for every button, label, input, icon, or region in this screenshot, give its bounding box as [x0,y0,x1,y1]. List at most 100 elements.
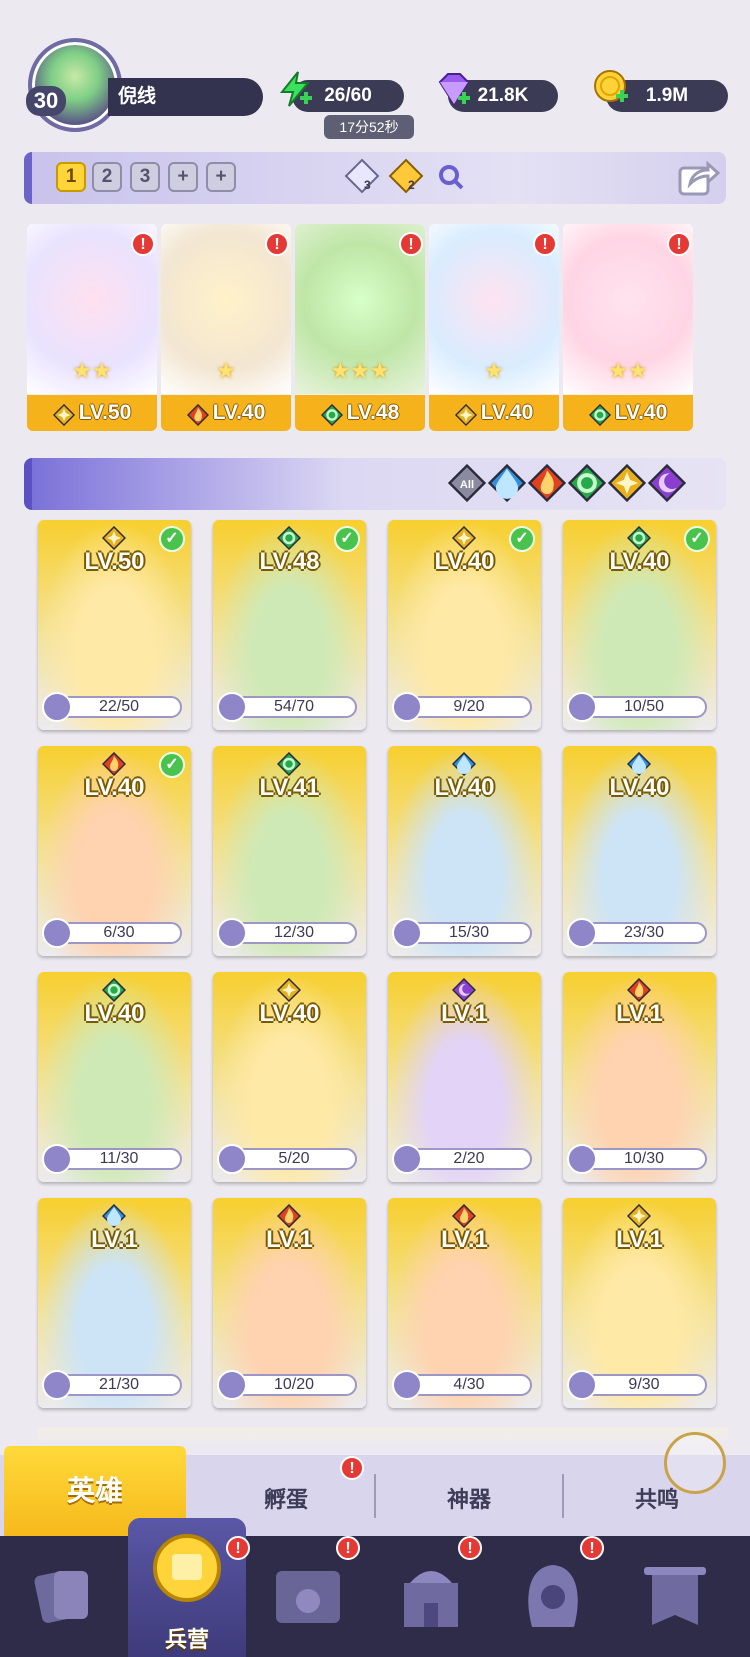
white-diamond-icon [344,158,380,194]
hero-card[interactable]: LV.50 ✓ 22/50 [38,520,191,730]
hero-level: LV.1 [91,1226,138,1253]
shard-progress: 9/30 [581,1374,707,1396]
team-counter-b: 2 [408,178,415,192]
gold-coin-icon [594,70,628,102]
share-icon[interactable] [676,156,720,200]
star-rating: ★★ [563,358,693,384]
star-icon: ★ [92,358,112,383]
barracks-icon[interactable] [142,1526,232,1616]
slot-level-footer: LV.40 [161,395,291,431]
castle-icon[interactable] [386,1553,476,1643]
shard-icon [42,1370,72,1400]
hero-level: LV.40 [609,774,670,801]
element-fire-icon [101,751,127,777]
shard-icon [392,692,422,722]
hero-card[interactable]: LV.40 ✓ 9/20 [388,520,541,730]
hero-card[interactable]: LV.1 2/20 [388,972,541,1182]
element-water-icon [626,751,652,777]
hero-card[interactable]: LV.40 15/30 [388,746,541,956]
hero-card[interactable]: LV.41 12/30 [213,746,366,956]
shard-icon [567,918,597,948]
team-tab-2[interactable]: 2 [92,162,122,192]
in-team-check-icon: ✓ [509,526,535,552]
hero-card[interactable]: LV.1 9/30 [563,1198,716,1408]
element-nature-icon [101,977,127,1003]
search-icon[interactable] [436,162,466,192]
shard-icon [567,1144,597,1174]
element-dark-icon [451,977,477,1003]
team-tab-1[interactable]: 1 [56,162,86,192]
map-icon[interactable] [264,1553,354,1643]
hero-card[interactable]: LV.48 ✓ 54/70 [213,520,366,730]
shard-icon [42,918,72,948]
star-icon: ★ [72,358,92,383]
filter-all-label: All [460,479,474,491]
filter-fire-icon[interactable] [527,463,567,503]
hero-card[interactable]: LV.1 4/30 [388,1198,541,1408]
team-tab-3[interactable]: 3 [130,162,160,192]
filter-dark-icon[interactable] [647,463,687,503]
tab-artifact[interactable]: 神器 [378,1470,560,1530]
add-team-button-2[interactable]: + [206,162,236,192]
hero-card[interactable]: LV.40 ✓ 6/30 [38,746,191,956]
hero-level: LV.40 [434,548,495,575]
element-water-icon [451,751,477,777]
element-fire-icon [276,1203,302,1229]
hero-card[interactable]: LV.1 21/30 [38,1198,191,1408]
filter-light-icon[interactable] [607,463,647,503]
element-light-icon [454,402,477,427]
slot-level: LV.50 [78,401,132,424]
player-level-badge: 30 [26,86,66,116]
slot-alert-badge: ! [265,232,289,256]
banner-icon[interactable] [630,1553,720,1643]
cards-icon[interactable] [20,1553,110,1643]
hero-level: LV.40 [84,774,145,801]
nav-alert-badge: ! [226,1536,250,1560]
hero-card[interactable]: LV.40 23/30 [563,746,716,956]
shard-icon [392,1370,422,1400]
add-team-button[interactable]: + [168,162,198,192]
floating-sparkle-button[interactable] [664,1432,726,1494]
star-icon: ★ [608,358,628,383]
player-name[interactable]: 倪线 [108,78,263,116]
star-icon: ★ [216,358,236,383]
tab-hatch-alert: ! [340,1456,364,1480]
shard-progress: 22/50 [56,696,182,718]
in-team-check-icon: ✓ [334,526,360,552]
shard-icon [42,1144,72,1174]
shard-icon [567,1370,597,1400]
shard-progress: 54/70 [231,696,357,718]
filter-water-icon[interactable] [487,463,527,503]
hero-level: LV.50 [84,548,145,575]
slot-alert-badge: ! [399,232,423,256]
shard-progress: 5/20 [231,1148,357,1170]
gold-diamond-icon [388,158,424,194]
hero-level: LV.40 [434,774,495,801]
shard-progress: 4/30 [406,1374,532,1396]
element-fire-icon [626,977,652,1003]
filter-all-button[interactable]: All [447,463,487,503]
hero-level: LV.40 [609,548,670,575]
hero-card[interactable]: LV.40 11/30 [38,972,191,1182]
shard-icon [217,692,247,722]
shard-icon [217,1370,247,1400]
nav-barracks-label: 兵营 [164,1627,209,1652]
hooded-figure-icon[interactable] [508,1553,598,1643]
hero-level: LV.41 [259,774,320,801]
shard-progress: 6/30 [56,922,182,944]
gem-icon [438,73,470,106]
hero-card[interactable]: LV.40 5/20 [213,972,366,1182]
shard-icon [392,918,422,948]
hero-card[interactable]: LV.40 ✓ 10/50 [563,520,716,730]
element-nature-icon [276,525,302,551]
star-rating: ★★★ [295,358,425,384]
hero-card[interactable]: LV.1 10/20 [213,1198,366,1408]
filter-nature-icon[interactable] [567,463,607,503]
slot-level-footer: LV.40 [563,395,693,431]
hero-card[interactable]: LV.1 10/30 [563,972,716,1182]
shard-icon [567,692,597,722]
element-nature-icon [588,402,611,427]
star-rating: ★ [161,358,291,384]
star-icon: ★ [369,358,390,383]
element-nature-icon [276,751,302,777]
